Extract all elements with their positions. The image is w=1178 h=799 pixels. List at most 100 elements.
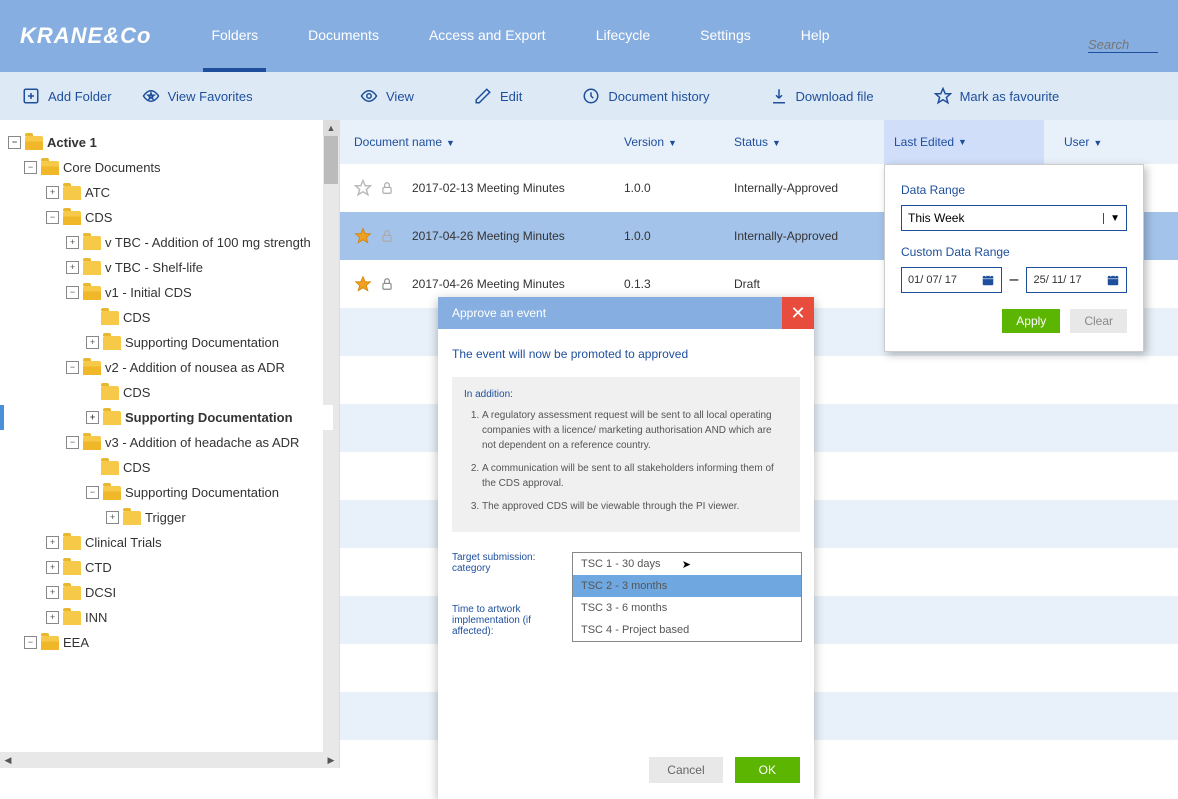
modal-close-button[interactable]: ✕ [782,297,814,329]
tree-v2[interactable]: − v2 - Addition of nousea as ADR [6,355,333,380]
target-submission-dropdown[interactable]: TSC 1 - 30 days TSC 2 - 3 months ➤ TSC 3… [572,552,802,642]
collapse-icon[interactable]: − [46,211,59,224]
sidebar-hscroll[interactable]: ◀ ▶ [0,752,339,768]
filter-range-value: This Week [908,211,964,225]
sidebar-scrollbar[interactable]: ▲ [323,120,339,768]
scroll-up-icon[interactable]: ▲ [323,120,339,136]
tree-core[interactable]: − Core Documents [6,155,333,180]
folder-icon [41,636,59,650]
expand-icon[interactable]: + [86,336,99,349]
nav-access-export[interactable]: Access and Export [429,27,546,46]
filter-apply-button[interactable]: Apply [1002,309,1060,333]
view-favorites-button[interactable]: View Favorites [142,87,253,105]
tree-vtbc1[interactable]: + v TBC - Addition of 100 mg strength [6,230,333,255]
doc-status: Internally-Approved [734,229,894,243]
expand-icon[interactable]: + [46,536,59,549]
expand-icon[interactable]: + [46,561,59,574]
tree-v2-cds[interactable]: CDS [6,380,333,405]
folder-icon [83,236,101,250]
tree-v1[interactable]: − v1 - Initial CDS [6,280,333,305]
tree-label: Core Documents [63,160,161,175]
star-filled-icon[interactable] [354,275,372,293]
tree-vtbc2[interactable]: + v TBC - Shelf-life [6,255,333,280]
edit-button[interactable]: Edit [474,87,522,105]
tree-v1-cds[interactable]: CDS [6,305,333,330]
tree-v3[interactable]: − v3 - Addition of headache as ADR [6,430,333,455]
collapse-icon[interactable]: − [66,286,79,299]
modal-title: Approve an event [452,306,546,320]
collapse-icon[interactable]: − [86,486,99,499]
top-nav: KRANE&Co Folders Documents Access and Ex… [0,0,1178,72]
search-input[interactable] [1088,37,1158,53]
doc-name: 2017-04-26 Meeting Minutes [394,229,624,243]
tree-inn[interactable]: + INN [6,605,333,630]
tree-label: v2 - Addition of nousea as ADR [105,360,285,375]
nav-help[interactable]: Help [801,27,830,46]
tree-label: ATC [85,185,110,200]
expand-icon[interactable]: + [66,261,79,274]
collapse-icon[interactable]: − [66,436,79,449]
nav-documents[interactable]: Documents [308,27,379,46]
dropdown-option-tsc4[interactable]: TSC 4 - Project based [573,619,801,641]
tree-v3-cds[interactable]: CDS [6,455,333,480]
star-filled-icon[interactable] [354,227,372,245]
filter-range-select[interactable]: This Week ▼ [901,205,1127,231]
collapse-icon[interactable]: − [8,136,21,149]
date-to-input[interactable]: 25/ 11/ 17 [1026,267,1127,293]
favourite-button[interactable]: Mark as favourite [934,87,1060,105]
modal-cancel-button[interactable]: Cancel [649,757,722,783]
col-name[interactable]: Document name▼ [354,135,624,149]
collapse-icon[interactable]: − [24,636,37,649]
history-button[interactable]: Document history [582,87,709,105]
expand-icon[interactable]: + [46,611,59,624]
add-folder-button[interactable]: Add Folder [22,87,112,105]
tree-label: Active 1 [47,135,97,150]
scroll-right-icon[interactable]: ▶ [323,752,339,768]
tree-clinical[interactable]: + Clinical Trials [6,530,333,555]
star-icon [934,87,952,105]
tree-ctd[interactable]: + CTD [6,555,333,580]
col-status[interactable]: Status▼ [734,135,894,149]
tree-v3-supdoc[interactable]: − Supporting Documentation [6,480,333,505]
target-submission-label: Target submission: category [452,552,562,574]
folder-icon [63,211,81,225]
col-user[interactable]: User▼ [1044,135,1102,149]
folder-icon [101,386,119,400]
collapse-icon[interactable]: − [24,161,37,174]
filter-clear-button[interactable]: Clear [1070,309,1127,333]
folder-icon [41,161,59,175]
tree-label: CDS [123,310,150,325]
lock-icon [380,277,394,291]
tree-trigger[interactable]: + Trigger [6,505,333,530]
tree-active[interactable]: − Active 1 [6,130,333,155]
scroll-left-icon[interactable]: ◀ [0,752,16,768]
tree-eea[interactable]: − EEA [6,630,333,655]
collapse-icon[interactable]: − [66,361,79,374]
tree-cds[interactable]: − CDS [6,205,333,230]
dropdown-option-tsc2[interactable]: TSC 2 - 3 months ➤ [573,575,801,597]
col-last-edited[interactable]: Last Edited▼ [884,120,1044,164]
nav-lifecycle[interactable]: Lifecycle [596,27,650,46]
download-button[interactable]: Download file [770,87,874,105]
expand-icon[interactable]: + [46,186,59,199]
tree-dcsi[interactable]: + DCSI [6,580,333,605]
modal-li2: A communication will be sent to all stak… [482,461,788,491]
tree-atc[interactable]: + ATC [6,180,333,205]
nav-settings[interactable]: Settings [700,27,751,46]
tree-v2-supdoc-selected[interactable]: + Supporting Documentation [6,405,333,430]
last-edited-filter-panel: Data Range This Week ▼ Custom Data Range… [884,164,1144,352]
expand-icon[interactable]: + [86,411,99,424]
expand-icon[interactable]: + [66,236,79,249]
col-version[interactable]: Version▼ [624,135,734,149]
history-label: Document history [608,89,709,104]
expand-icon[interactable]: + [46,586,59,599]
nav-folders[interactable]: Folders [211,27,258,46]
dropdown-option-tsc3[interactable]: TSC 3 - 6 months [573,597,801,619]
date-from-input[interactable]: 01/ 07/ 17 [901,267,1002,293]
scroll-thumb[interactable] [324,136,338,184]
view-button[interactable]: View [360,87,414,105]
modal-ok-button[interactable]: OK [735,757,800,783]
star-outline-icon[interactable] [354,179,372,197]
expand-icon[interactable]: + [106,511,119,524]
tree-v1-supdoc[interactable]: + Supporting Documentation [6,330,333,355]
